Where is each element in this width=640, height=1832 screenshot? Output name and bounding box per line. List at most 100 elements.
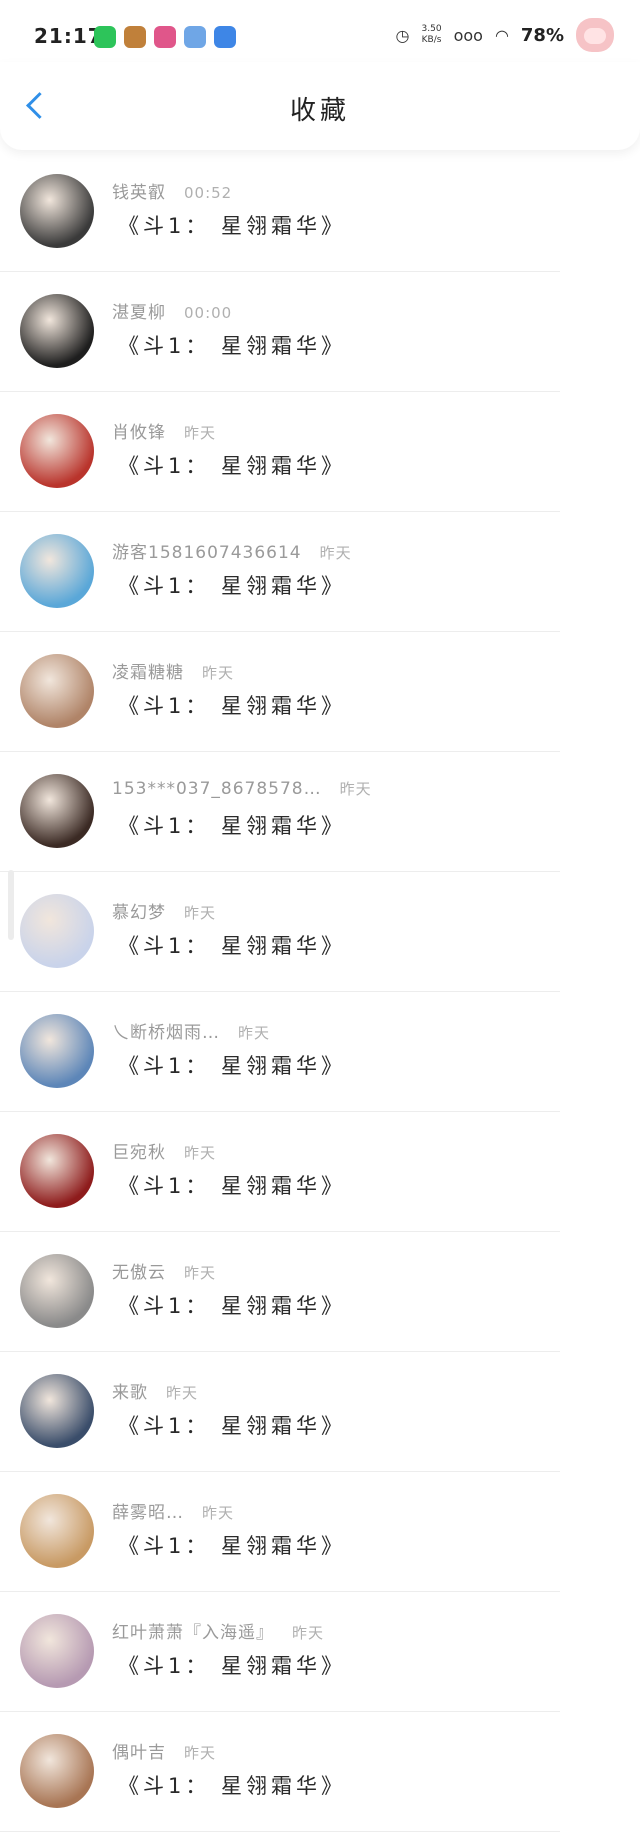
timestamp: 昨天 — [166, 1384, 199, 1402]
wifi-icon: ◠ — [494, 25, 509, 45]
alarm-icon: ◷ — [395, 25, 410, 45]
status-time: 21:17 — [34, 24, 103, 48]
signal-icon: ooo — [453, 25, 483, 45]
user-name[interactable]: 钱英叡 — [112, 183, 166, 203]
item-meta: 薛雾昭… 昨天 — [112, 1498, 234, 1523]
item-meta: 肖攸锋 昨天 — [112, 418, 216, 443]
avatar[interactable] — [20, 1374, 94, 1448]
item-meta: 钱英叡 00:52 — [112, 178, 232, 203]
favorite-content[interactable]: 《斗1： 星翎霜华》 — [118, 1170, 346, 1200]
list-item[interactable]: 153***037_8678578… 昨天《斗1： 星翎霜华》 — [0, 752, 640, 872]
list-item[interactable]: 偶叶吉 昨天《斗1： 星翎霜华》 — [0, 1712, 640, 1832]
notification-icons — [94, 26, 236, 48]
item-meta: 红叶萧萧『入海遥』 昨天 — [112, 1618, 324, 1643]
favorite-content[interactable]: 《斗1： 星翎霜华》 — [118, 930, 346, 960]
user-name[interactable]: 乀断桥烟雨… — [112, 1023, 220, 1043]
favorite-content[interactable]: 《斗1： 星翎霜华》 — [118, 210, 346, 240]
user-name[interactable]: 湛夏柳 — [112, 303, 166, 323]
cloud-icon — [184, 26, 206, 48]
favorite-content[interactable]: 《斗1： 星翎霜华》 — [118, 1650, 346, 1680]
user-name[interactable]: 无傲云 — [112, 1263, 166, 1283]
user-name[interactable]: 153***037_8678578… — [112, 779, 322, 799]
avatar[interactable] — [20, 1734, 94, 1808]
avatar[interactable] — [20, 894, 94, 968]
timestamp: 昨天 — [202, 664, 235, 682]
game-icon — [124, 26, 146, 48]
timestamp: 昨天 — [184, 1744, 217, 1762]
list-item[interactable]: 游客1581607436614 昨天《斗1： 星翎霜华》 — [0, 512, 640, 632]
user-name[interactable]: 巨宛秋 — [112, 1143, 166, 1163]
user-name[interactable]: 慕幻梦 — [112, 903, 166, 923]
item-meta: 慕幻梦 昨天 — [112, 898, 216, 923]
timestamp: 昨天 — [184, 1144, 217, 1162]
favorite-content[interactable]: 《斗1： 星翎霜华》 — [118, 1410, 346, 1440]
avatar[interactable] — [20, 1494, 94, 1568]
timestamp: 00:00 — [184, 304, 233, 322]
list-item[interactable]: 来歌 昨天《斗1： 星翎霜华》 — [0, 1352, 640, 1472]
favorite-content[interactable]: 《斗1： 星翎霜华》 — [118, 1050, 346, 1080]
avatar[interactable] — [20, 294, 94, 368]
list-item[interactable]: 肖攸锋 昨天《斗1： 星翎霜华》 — [0, 392, 640, 512]
user-name[interactable]: 红叶萧萧『入海遥』 — [112, 1623, 274, 1643]
favorite-content[interactable]: 《斗1： 星翎霜华》 — [118, 450, 346, 480]
avatar[interactable] — [20, 1254, 94, 1328]
timestamp: 昨天 — [184, 904, 217, 922]
wechat-icon — [94, 26, 116, 48]
item-meta: 游客1581607436614 昨天 — [112, 538, 352, 563]
favorite-content[interactable]: 《斗1： 星翎霜华》 — [118, 330, 346, 360]
timestamp: 昨天 — [319, 544, 352, 562]
avatar[interactable] — [20, 534, 94, 608]
favorite-content[interactable]: 《斗1： 星翎霜华》 — [118, 810, 346, 840]
item-meta: 偶叶吉 昨天 — [112, 1738, 216, 1763]
favorites-list: 钱英叡 00:52 《斗1： 星翎霜华》 湛夏柳 00:00 《斗1： 星翎霜华》 肖攸锋昨… — [0, 152, 640, 1832]
user-name[interactable]: 来歌 — [112, 1383, 148, 1403]
timestamp: 昨天 — [202, 1504, 235, 1522]
battery-level: 78% — [520, 24, 564, 46]
list-item[interactable]: 凌霜糖糖 昨天《斗1： 星翎霜华》 — [0, 632, 640, 752]
favorite-content[interactable]: 《斗1： 星翎霜华》 — [118, 1290, 346, 1320]
avatar[interactable] — [20, 1014, 94, 1088]
timestamp: 昨天 — [238, 1024, 271, 1042]
item-meta: 乀断桥烟雨… 昨天 — [112, 1018, 270, 1043]
user-name[interactable]: 薛雾昭… — [112, 1503, 184, 1523]
favorite-content[interactable]: 《斗1： 星翎霜华》 — [118, 1530, 346, 1560]
list-item[interactable]: 钱英叡 00:52 《斗1： 星翎霜华》 — [0, 152, 640, 272]
favorite-content[interactable]: 《斗1： 星翎霜华》 — [118, 1770, 346, 1800]
list-item[interactable]: 乀断桥烟雨… 昨天《斗1： 星翎霜华》 — [0, 992, 640, 1112]
item-meta: 无傲云 昨天 — [112, 1258, 216, 1283]
timestamp: 昨天 — [339, 780, 372, 798]
list-item[interactable]: 湛夏柳 00:00 《斗1： 星翎霜华》 — [0, 272, 640, 392]
page-title: 收藏 — [289, 96, 350, 126]
status-right: ◷ 3.50 KB/s ooo ◠ 78% — [396, 18, 614, 52]
scroll-indicator[interactable] — [8, 870, 14, 940]
favorite-content[interactable]: 《斗1： 星翎霜华》 — [118, 690, 346, 720]
user-name[interactable]: 偶叶吉 — [112, 1743, 166, 1763]
item-meta: 巨宛秋 昨天 — [112, 1138, 216, 1163]
user-name[interactable]: 肖攸锋 — [112, 423, 166, 443]
avatar[interactable] — [20, 654, 94, 728]
list-item[interactable]: 红叶萧萧『入海遥』 昨天《斗1： 星翎霜华》 — [0, 1592, 640, 1712]
item-meta: 来歌 昨天 — [112, 1378, 198, 1403]
user-name[interactable]: 游客1581607436614 — [112, 543, 302, 563]
timestamp: 昨天 — [184, 1264, 217, 1282]
user-name[interactable]: 凌霜糖糖 — [112, 663, 184, 683]
list-item[interactable]: 薛雾昭… 昨天《斗1： 星翎霜华》 — [0, 1472, 640, 1592]
item-meta: 凌霜糖糖 昨天 — [112, 658, 234, 683]
avatar[interactable] — [20, 414, 94, 488]
item-meta: 153***037_8678578… 昨天 — [112, 778, 372, 799]
favorite-content[interactable]: 《斗1： 星翎霜华》 — [118, 570, 346, 600]
avatar[interactable] — [20, 774, 94, 848]
paw-icon — [576, 18, 614, 52]
avatar[interactable] — [20, 174, 94, 248]
timestamp: 00:52 — [184, 184, 233, 202]
list-item[interactable]: 巨宛秋 昨天《斗1： 星翎霜华》 — [0, 1112, 640, 1232]
app-icon — [154, 26, 176, 48]
list-item[interactable]: 无傲云 昨天《斗1： 星翎霜华》 — [0, 1232, 640, 1352]
avatar[interactable] — [20, 1614, 94, 1688]
timestamp: 昨天 — [184, 424, 217, 442]
net-speed: 3.50 KB/s — [421, 24, 442, 45]
list-item[interactable]: 慕幻梦 昨天《斗1： 星翎霜华》 — [0, 872, 640, 992]
nav-bar: 收藏 — [0, 62, 640, 150]
avatar[interactable] — [20, 1134, 94, 1208]
timestamp: 昨天 — [292, 1624, 325, 1642]
